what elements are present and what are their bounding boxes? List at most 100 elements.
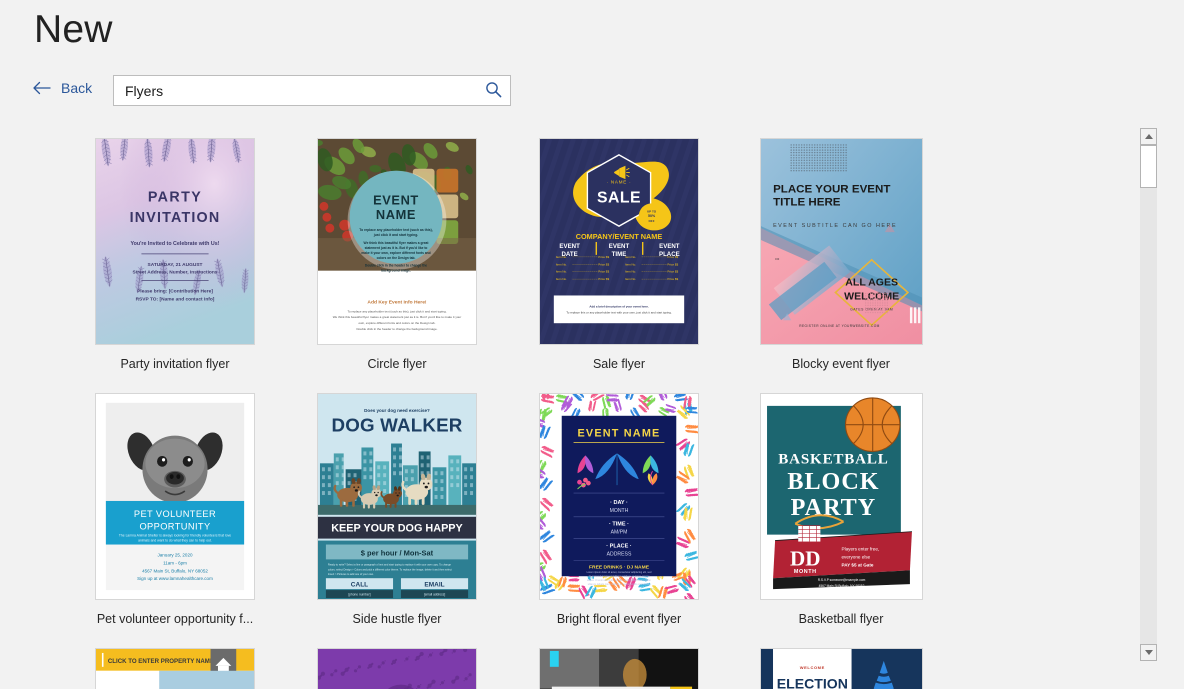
- template-card-label: Circle flyer: [367, 357, 427, 371]
- svg-text:Does your dog need exercise?: Does your dog need exercise?: [364, 408, 430, 413]
- svg-text:AM/PM: AM/PM: [611, 530, 628, 536]
- svg-text:· PLACE ·: · PLACE ·: [606, 543, 632, 549]
- svg-text:ELECTION: ELECTION: [776, 676, 847, 689]
- template-grid: PARTY INVITATION You're Invited to Celeb…: [64, 123, 1140, 689]
- template-preview-art: EVENT NAME To replace any placeholder te…: [318, 139, 476, 344]
- svg-text:11am - 6pm: 11am - 6pm: [163, 560, 187, 565]
- template-gallery[interactable]: PARTY INVITATION You're Invited to Celeb…: [0, 123, 1140, 689]
- scroll-down-button[interactable]: [1140, 644, 1157, 661]
- template-card[interactable]: [508, 648, 730, 689]
- svg-text:50%: 50%: [648, 214, 656, 218]
- template-card[interactable]: PARTY INVITATION You're Invited to Celeb…: [64, 138, 286, 393]
- template-card[interactable]: CLICK TO ENTER PROPERTY NAME: [64, 648, 286, 689]
- svg-text:We think this beautiful flyer: We think this beautiful flyer makes a gr…: [364, 241, 430, 245]
- svg-text:SALE: SALE: [597, 189, 641, 206]
- svg-text:Price $$: Price $$: [667, 277, 678, 281]
- svg-text:do eiusmod tempor incididunt u: do eiusmod tempor incididunt ut labore e…: [589, 575, 651, 578]
- svg-text:Item No.: Item No.: [625, 270, 636, 274]
- template-preview-art: [540, 649, 698, 689]
- svg-text:[email address]: [email address]: [424, 593, 445, 597]
- svg-text:[phone number]: [phone number]: [348, 593, 370, 597]
- template-card[interactable]: PET VOLUNTEER OPPORTUNITY The Lamna Anim…: [64, 393, 286, 648]
- template-thumbnail[interactable]: EVENT NAME · DAY · MONTH · TIME · AM/PM …: [539, 393, 699, 600]
- template-preview-art: CLICK TO ENTER PROPERTY NAME: [96, 649, 254, 689]
- svg-text:Item No.: Item No.: [556, 277, 567, 281]
- svg-text:The Lamna Animal Shelter is al: The Lamna Animal Shelter is always looki…: [119, 534, 231, 538]
- template-card[interactable]: Does your dog need exercise? DOG WALKER: [286, 393, 508, 648]
- template-card[interactable]: WELCOME ELECTION: [730, 648, 952, 689]
- scrollbar-track[interactable]: [1140, 145, 1157, 644]
- svg-text:Item No.: Item No.: [556, 262, 567, 266]
- template-preview-art: Does your dog need exercise? DOG WALKER: [318, 394, 476, 599]
- template-card-label: Blocky event flyer: [792, 357, 890, 371]
- template-preview-art: [318, 649, 476, 689]
- template-thumbnail[interactable]: Does your dog need exercise? DOG WALKER: [317, 393, 477, 600]
- svg-text:Item No.: Item No.: [625, 262, 636, 266]
- svg-text:PARTY: PARTY: [148, 189, 202, 205]
- gallery-scrollbar[interactable]: [1140, 128, 1157, 661]
- svg-text:To replace any placeholder tex: To replace any placeholder text (such as…: [347, 309, 446, 313]
- search-box[interactable]: [113, 75, 511, 106]
- scrollbar-thumb[interactable]: [1140, 145, 1157, 188]
- template-card[interactable]: · NAME · SALE UP TO 50% OFF COMPANY/EVEN…: [508, 138, 730, 393]
- template-thumbnail[interactable]: WELCOME ELECTION: [759, 648, 923, 689]
- svg-text:Double click in the header to: Double click in the header to change the…: [356, 327, 437, 331]
- template-card-label: Pet volunteer opportunity f...: [96, 612, 254, 626]
- svg-text:Please bring: [Contribution He: Please bring: [Contribution Here]: [137, 288, 213, 294]
- template-thumbnail[interactable]: PLACE YOUR EVENT TITLE HERE EVENT SUBTIT…: [759, 138, 923, 345]
- svg-text:KEEP YOUR DOG HAPPY: KEEP YOUR DOG HAPPY: [331, 523, 463, 535]
- template-thumbnail[interactable]: [317, 648, 477, 689]
- template-thumbnail[interactable]: PET VOLUNTEER OPPORTUNITY The Lamna Anim…: [95, 393, 255, 600]
- scroll-up-button[interactable]: [1140, 128, 1157, 145]
- svg-text:UP TO: UP TO: [647, 209, 657, 213]
- svg-text:You're Invited to Celebrate wi: You're Invited to Celebrate with Us!: [131, 241, 220, 247]
- template-thumbnail[interactable]: PARTY INVITATION You're Invited to Celeb…: [95, 138, 255, 345]
- chevron-down-icon: [1144, 650, 1153, 655]
- svg-text:Item No.: Item No.: [625, 255, 636, 259]
- svg-text:$ per hour / Mon-Sat: $ per hour / Mon-Sat: [361, 548, 434, 557]
- svg-text:MONTH: MONTH: [610, 508, 629, 514]
- svg-text:just click it and start typing: just click it and start typing.: [373, 233, 418, 237]
- template-thumbnail[interactable]: BASKETBALL BLOCK PARTY DD MONTH Players …: [759, 393, 923, 600]
- template-thumbnail[interactable]: CLICK TO ENTER PROPERTY NAME: [95, 648, 255, 689]
- template-thumbnail[interactable]: EVENT NAME To replace any placeholder te…: [317, 138, 477, 345]
- svg-text:Street Address, Number, Instru: Street Address, Number, Instructions: [132, 270, 217, 276]
- back-button-label: Back: [61, 80, 93, 96]
- svg-text:Price $$: Price $$: [598, 262, 609, 266]
- svg-text:Price $$: Price $$: [667, 270, 678, 274]
- svg-text:Lorem ipsum dolor sit amet, co: Lorem ipsum dolor sit amet, consectetur …: [587, 571, 652, 574]
- svg-text:We think this beautiful flyer: We think this beautiful flyer makes a gr…: [333, 315, 462, 319]
- page-title: New: [34, 8, 113, 51]
- svg-text:Ready to write? Select a line: Ready to write? Select a line or paragra…: [328, 562, 452, 566]
- svg-text:OFF: OFF: [649, 219, 655, 223]
- svg-text:4567 Main St Buffalo, NY 98052: 4567 Main St Buffalo, NY 98052: [818, 584, 864, 588]
- template-card-label: Sale flyer: [592, 357, 646, 371]
- template-preview-art: WELCOME ELECTION: [760, 649, 922, 689]
- svg-text:FREE DRINKS · DJ NAME: FREE DRINKS · DJ NAME: [589, 564, 650, 570]
- template-card[interactable]: PLACE YOUR EVENT TITLE HERE EVENT SUBTIT…: [730, 138, 952, 393]
- svg-text:· DAY ·: · DAY ·: [610, 500, 628, 506]
- back-button[interactable]: Back: [33, 80, 92, 96]
- template-card-label: Bright floral event flyer: [556, 612, 682, 626]
- svg-text:ALL AGES: ALL AGES: [845, 278, 898, 289]
- svg-text:To replace this or any placeho: To replace this or any placeholder text …: [566, 310, 672, 314]
- svg-text:Price $$: Price $$: [598, 270, 609, 274]
- search-button[interactable]: [476, 76, 510, 105]
- svg-text:EVENT: EVENT: [373, 192, 419, 207]
- template-thumbnail[interactable]: [539, 648, 699, 689]
- template-thumbnail[interactable]: · NAME · SALE UP TO 50% OFF COMPANY/EVEN…: [539, 138, 699, 345]
- template-card[interactable]: EVENT NAME · DAY · MONTH · TIME · AM/PM …: [508, 393, 730, 648]
- svg-text:aliqua. Ut enim ad minim venia: aliqua. Ut enim ad minim veniam, quis no…: [587, 579, 651, 582]
- svg-text:DD: DD: [790, 546, 821, 570]
- template-card[interactable]: [286, 648, 508, 689]
- search-input[interactable]: [114, 76, 476, 105]
- svg-text:TITLE HERE: TITLE HERE: [773, 196, 841, 208]
- arrow-left-icon: [33, 81, 52, 95]
- svg-text:PET VOLUNTEER: PET VOLUNTEER: [134, 509, 216, 519]
- svg-text:COMPANY/EVENT NAME: COMPANY/EVENT NAME: [576, 232, 663, 241]
- template-card[interactable]: EVENT NAME To replace any placeholder te…: [286, 138, 508, 393]
- svg-text:PAY $5 at Gate: PAY $5 at Gate: [841, 562, 873, 567]
- svg-text:Add a brief description of you: Add a brief description of your event he…: [589, 304, 648, 308]
- template-card[interactable]: BASKETBALL BLOCK PARTY DD MONTH Players …: [730, 393, 952, 648]
- svg-text:Item No.: Item No.: [556, 255, 567, 259]
